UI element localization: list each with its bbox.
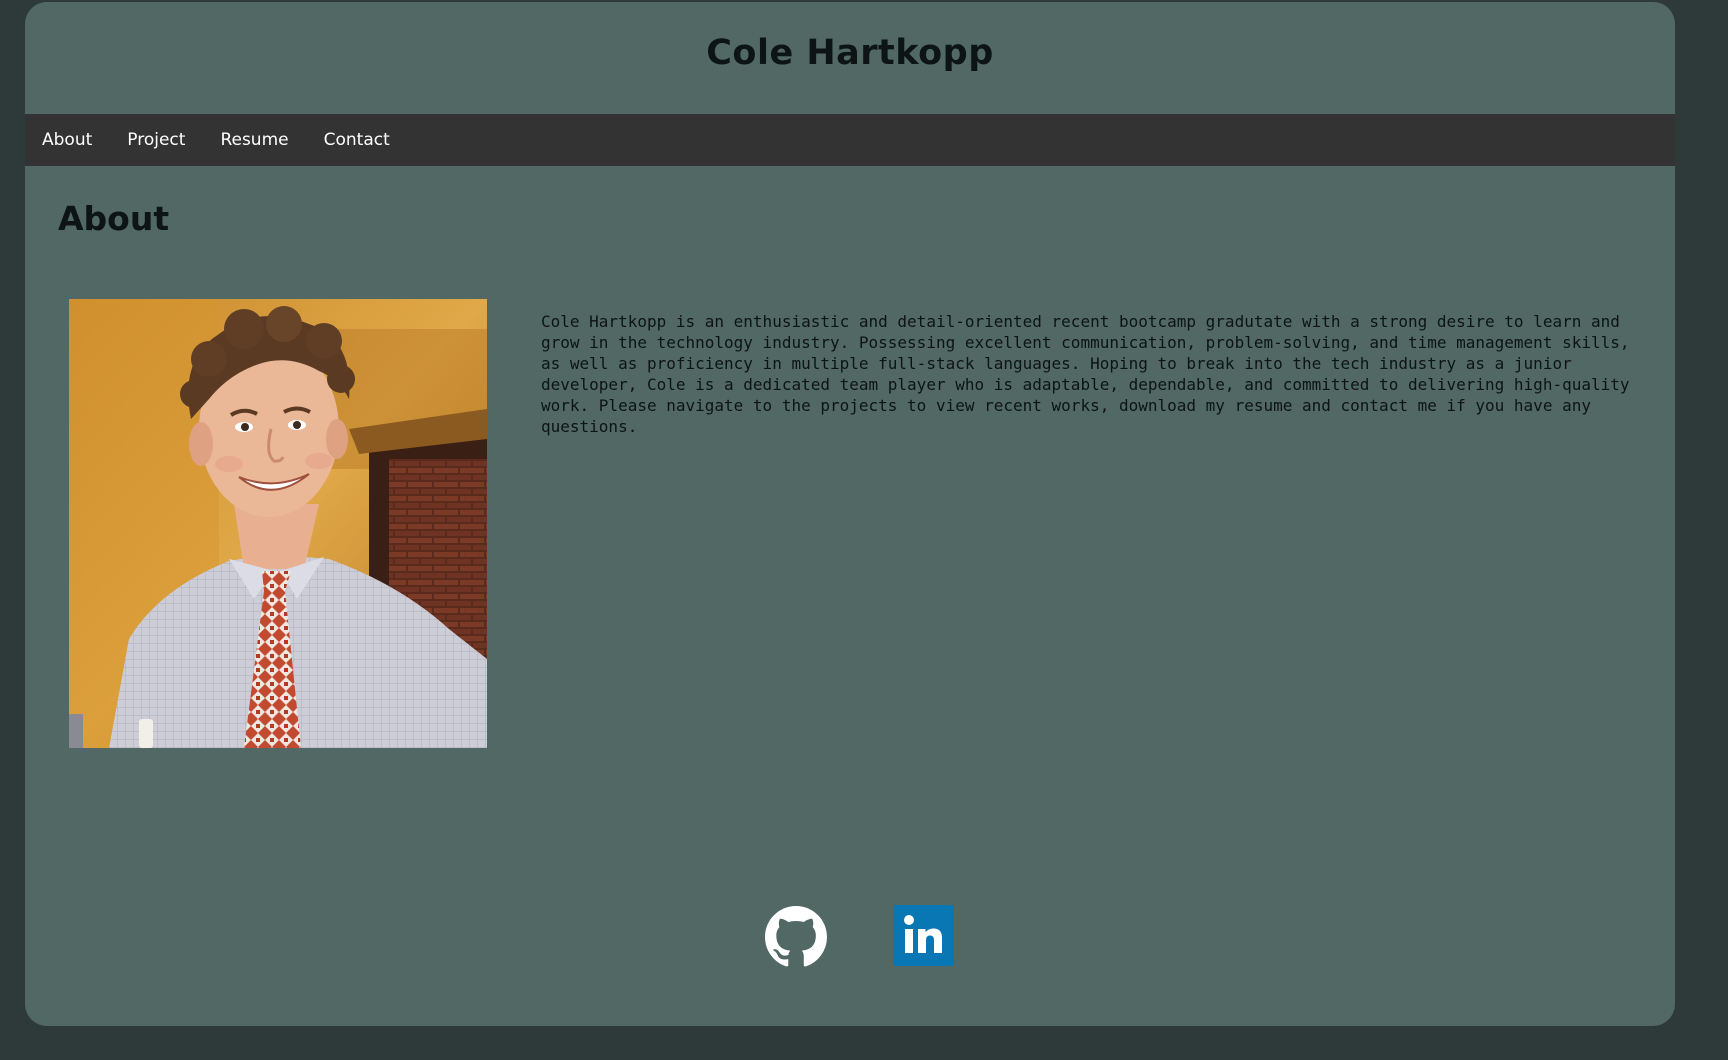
profile-photo xyxy=(69,299,487,748)
about-heading: About xyxy=(58,199,170,238)
main-nav: About Project Resume Contact xyxy=(25,114,1675,166)
page-card: Cole Hartkopp About Project Resume Conta… xyxy=(25,2,1675,1026)
nav-link-contact[interactable]: Contact xyxy=(324,130,390,150)
social-links xyxy=(25,905,1675,970)
nav-link-about[interactable]: About xyxy=(42,130,92,150)
site-header: Cole Hartkopp xyxy=(25,2,1675,114)
linkedin-icon xyxy=(893,905,954,970)
linkedin-link[interactable] xyxy=(893,905,954,966)
about-bio: Cole Hartkopp is an enthusiastic and det… xyxy=(541,312,1630,436)
github-link[interactable] xyxy=(765,906,827,968)
github-icon xyxy=(765,906,827,972)
site-title: Cole Hartkopp xyxy=(706,33,994,73)
nav-link-resume[interactable]: Resume xyxy=(220,130,288,150)
nav-link-project[interactable]: Project xyxy=(127,130,185,150)
